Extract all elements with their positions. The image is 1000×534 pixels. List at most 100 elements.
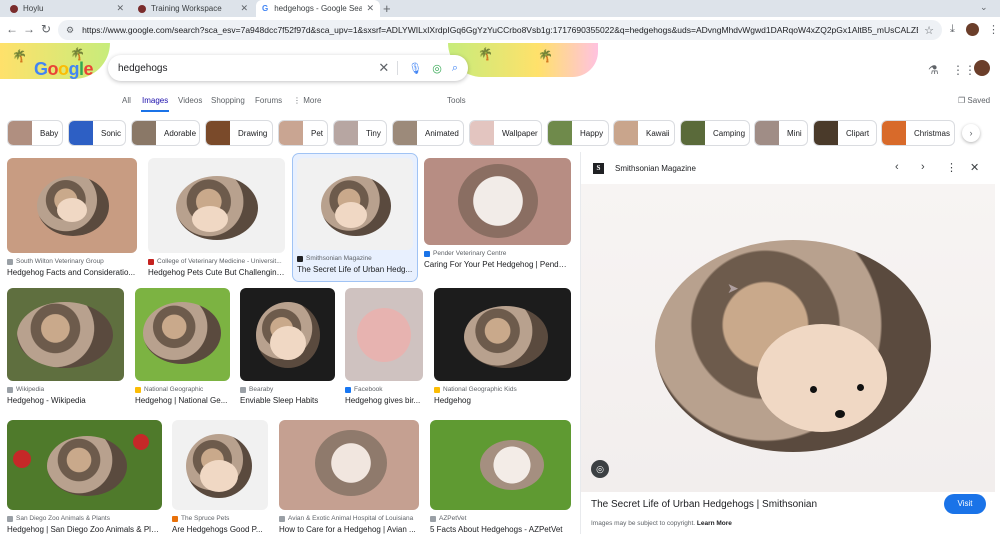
tab-all[interactable]: All bbox=[122, 96, 131, 105]
chips-next-chevron-icon[interactable]: › bbox=[962, 124, 980, 142]
url-text[interactable]: https://www.google.com/search?sca_esv=7a… bbox=[82, 25, 918, 35]
chevron-down-icon[interactable]: ⌄ bbox=[980, 2, 988, 13]
result-title[interactable]: Hedgehog Facts and Consideratio... bbox=[7, 268, 137, 277]
result-card[interactable]: Avian & Exotic Animal Hospital of Louisi… bbox=[279, 420, 419, 534]
tab-more[interactable]: ⋮ More bbox=[293, 96, 321, 105]
tab-forums[interactable]: Forums bbox=[255, 96, 282, 105]
chip-tiny[interactable]: Tiny bbox=[333, 120, 387, 146]
reload-icon[interactable]: ↻ bbox=[41, 22, 51, 36]
more-options-icon[interactable]: ⋮ bbox=[946, 161, 957, 174]
visit-button[interactable]: Visit bbox=[944, 494, 986, 514]
result-title[interactable]: Caring For Your Pet Hedgehog | Pender... bbox=[424, 260, 571, 269]
download-icon[interactable]: ⤓ bbox=[950, 23, 955, 36]
result-image[interactable] bbox=[279, 420, 419, 510]
result-image[interactable] bbox=[430, 420, 571, 510]
chip-adorable[interactable]: Adorable bbox=[131, 120, 200, 146]
source-name: San Diego Zoo Animals & Plants bbox=[16, 515, 110, 522]
google-doodle-logo[interactable]: Google bbox=[34, 59, 94, 80]
clear-icon[interactable]: ✕ bbox=[378, 60, 389, 76]
chip-kawaii[interactable]: Kawaii bbox=[613, 120, 675, 146]
result-image[interactable] bbox=[7, 158, 137, 253]
chip-sonic[interactable]: Sonic bbox=[68, 120, 126, 146]
search-icon[interactable]: ⌕ bbox=[452, 62, 458, 75]
site-info-icon[interactable]: ⚙ bbox=[66, 25, 74, 36]
chevron-left-icon[interactable]: ‹ bbox=[895, 161, 899, 173]
labs-flask-icon[interactable]: ⚗ bbox=[928, 63, 939, 77]
result-image[interactable] bbox=[7, 420, 162, 510]
apps-grid-icon[interactable]: ⋮⋮ bbox=[952, 63, 976, 77]
tab-videos[interactable]: Videos bbox=[178, 96, 202, 105]
chip-camping[interactable]: Camping bbox=[680, 120, 750, 146]
result-card[interactable]: San Diego Zoo Animals & Plants Hedgehog … bbox=[7, 420, 162, 534]
result-title[interactable]: Are Hedgehogs Good P... bbox=[172, 525, 268, 534]
chip-wallpaper[interactable]: Wallpaper bbox=[469, 120, 542, 146]
close-icon[interactable]: ✕ bbox=[116, 3, 124, 14]
chip-pet[interactable]: Pet bbox=[278, 120, 328, 146]
result-image[interactable] bbox=[148, 158, 285, 253]
lens-camera-icon[interactable]: ◎ bbox=[432, 62, 442, 75]
result-card[interactable]: AZPetVet 5 Facts About Hedgehogs - AZPet… bbox=[430, 420, 571, 534]
result-title[interactable]: Hedgehog Pets Cute But Challenging ... bbox=[148, 268, 285, 277]
chip-baby[interactable]: Baby bbox=[7, 120, 63, 146]
browser-tab-google-search[interactable]: G hedgehogs - Google Search ✕ bbox=[256, 0, 380, 17]
result-card[interactable]: National Geographic Hedgehog | National … bbox=[135, 288, 230, 405]
saved-button[interactable]: ❐ Saved bbox=[958, 96, 990, 105]
search-input[interactable] bbox=[118, 62, 369, 74]
result-title[interactable]: How to Care for a Hedgehog | Avian ... bbox=[279, 525, 419, 534]
result-card[interactable]: South Wilton Veterinary Group Hedgehog F… bbox=[7, 158, 137, 277]
address-bar[interactable]: ⚙ https://www.google.com/search?sca_esv=… bbox=[58, 20, 942, 40]
chip-christmas[interactable]: Christmas bbox=[881, 120, 955, 146]
result-title[interactable]: Hedgehog gives bir... bbox=[345, 396, 423, 405]
account-avatar[interactable] bbox=[974, 60, 990, 76]
chevron-right-icon[interactable]: › bbox=[921, 161, 925, 173]
result-image[interactable] bbox=[297, 158, 413, 250]
close-icon[interactable]: ✕ bbox=[970, 161, 979, 174]
preview-title[interactable]: The Secret Life of Urban Hedgehogs | Smi… bbox=[591, 499, 817, 510]
tab-images[interactable]: Images bbox=[142, 96, 168, 105]
new-tab-plus-icon[interactable]: + bbox=[383, 1, 391, 16]
chip-happy[interactable]: Happy bbox=[547, 120, 609, 146]
result-card[interactable]: The Spruce Pets Are Hedgehogs Good P... bbox=[172, 420, 268, 534]
menu-kebab-icon[interactable]: ⋮ bbox=[988, 23, 999, 36]
forward-arrow-icon[interactable]: → bbox=[23, 22, 35, 36]
result-image[interactable] bbox=[172, 420, 268, 510]
chip-animated[interactable]: Animated bbox=[392, 120, 464, 146]
result-title[interactable]: 5 Facts About Hedgehogs - AZPetVet bbox=[430, 525, 571, 534]
result-image[interactable] bbox=[434, 288, 571, 381]
back-arrow-icon[interactable]: ← bbox=[6, 22, 18, 36]
profile-avatar[interactable] bbox=[966, 23, 979, 36]
result-image[interactable] bbox=[7, 288, 124, 381]
browser-tab-hoylu[interactable]: Hoylu ✕ bbox=[4, 0, 130, 17]
preview-image[interactable]: ➤ bbox=[581, 184, 995, 492]
result-card-selected[interactable]: Smithsonian Magazine The Secret Life of … bbox=[292, 153, 418, 282]
tab-shopping[interactable]: Shopping bbox=[211, 96, 245, 105]
result-card[interactable]: Bearaby Enviable Sleep Habits bbox=[240, 288, 335, 405]
close-icon[interactable]: ✕ bbox=[240, 3, 248, 14]
browser-tab-training-workspace[interactable]: Training Workspace ✕ bbox=[132, 0, 254, 17]
result-image[interactable] bbox=[240, 288, 335, 381]
result-title[interactable]: The Secret Life of Urban Hedg... bbox=[297, 265, 413, 274]
result-card[interactable]: Wikipedia Hedgehog - Wikipedia bbox=[7, 288, 124, 405]
result-image[interactable] bbox=[135, 288, 230, 381]
result-image[interactable] bbox=[424, 158, 571, 245]
preview-site-name[interactable]: Smithsonian Magazine bbox=[615, 164, 696, 173]
result-title[interactable]: Hedgehog | San Diego Zoo Animals & Pla..… bbox=[7, 525, 162, 534]
result-title[interactable]: Enviable Sleep Habits bbox=[240, 396, 335, 405]
result-title[interactable]: Hedgehog - Wikipedia bbox=[7, 396, 124, 405]
learn-more-link[interactable]: Learn More bbox=[697, 520, 732, 527]
result-title[interactable]: Hedgehog | National Ge... bbox=[135, 396, 230, 405]
result-title[interactable]: Hedgehog bbox=[434, 396, 571, 405]
bookmark-star-icon[interactable]: ☆ bbox=[924, 24, 934, 37]
result-card[interactable]: Pender Veterinary Centre Caring For Your… bbox=[424, 158, 571, 269]
chip-clipart[interactable]: Clipart bbox=[813, 120, 877, 146]
result-card[interactable]: College of Veterinary Medicine - Univers… bbox=[148, 158, 285, 277]
chip-mini[interactable]: Mini bbox=[754, 120, 808, 146]
result-card[interactable]: Facebook Hedgehog gives bir... bbox=[345, 288, 423, 405]
close-icon[interactable]: ✕ bbox=[366, 3, 374, 14]
microphone-icon[interactable]: 🎙 bbox=[408, 62, 422, 75]
chip-drawing[interactable]: Drawing bbox=[205, 120, 273, 146]
tools-button[interactable]: Tools bbox=[447, 96, 466, 105]
result-card[interactable]: National Geographic Kids Hedgehog bbox=[434, 288, 571, 405]
lens-search-icon[interactable]: ◎ bbox=[591, 460, 609, 478]
result-image[interactable] bbox=[345, 288, 423, 381]
